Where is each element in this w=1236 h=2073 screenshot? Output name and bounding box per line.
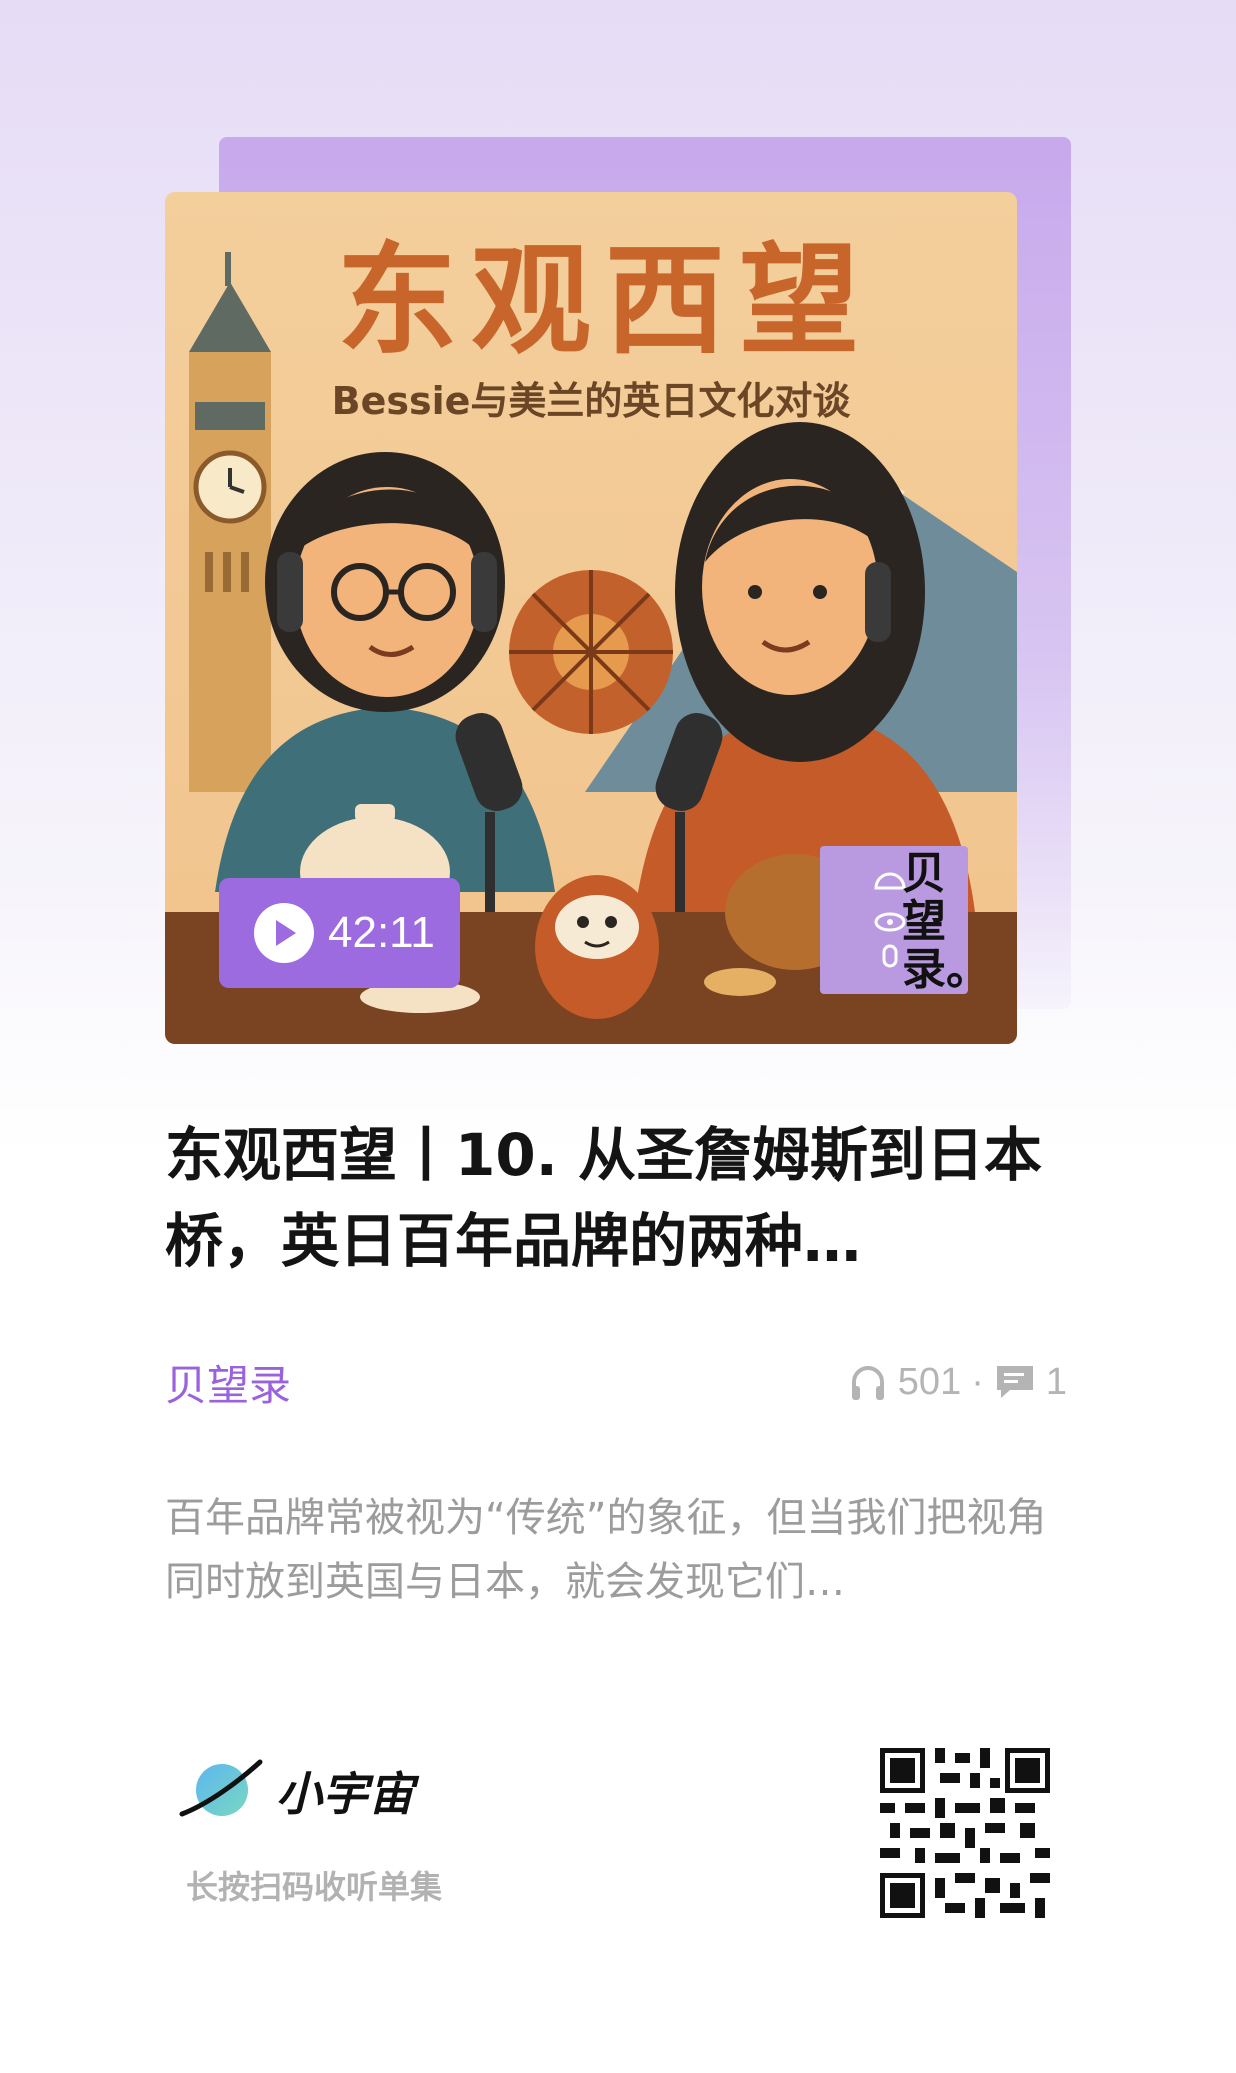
brand-name: 小宇宙 — [276, 1767, 414, 1821]
comment-count: 1 — [1045, 1360, 1067, 1403]
meta-row: 贝望录 501 · 1 — [165, 1352, 1067, 1412]
stats-separator: · — [971, 1360, 984, 1403]
episode-stats: 501 · 1 — [848, 1361, 1067, 1404]
play-button[interactable]: 42:11 — [219, 878, 460, 988]
brand: 小宇宙 — [178, 1756, 414, 1826]
logo-text: 贝望录。 — [902, 848, 990, 995]
daruma — [535, 875, 659, 1019]
episode-title: 东观西望丨10. 从圣詹姆斯到日本桥，英日百年品牌的两种… — [165, 1121, 1042, 1275]
podcast-logo-badge: 贝望录。 — [820, 846, 990, 995]
episode-description: 百年品牌常被视为“传统”的象征，但当我们把视角同时放到英国与日本，就会发现它们… — [165, 1495, 1047, 1605]
sun-fan — [509, 570, 673, 734]
play-icon — [254, 903, 314, 963]
scan-hint: 长按扫码收听单集 — [186, 1868, 443, 1906]
cover-subtitle: Bessie与美兰的英日文化对谈 — [332, 379, 852, 423]
listen-count: 501 — [897, 1360, 962, 1403]
planet-logo-icon — [179, 1759, 263, 1817]
headphones-icon — [851, 1366, 884, 1400]
qr-code-image — [880, 1748, 1050, 1918]
qr-code[interactable] — [880, 1748, 1050, 1918]
episode-duration: 42:11 — [328, 908, 435, 957]
comment-icon — [996, 1366, 1033, 1398]
podcast-name-link[interactable]: 贝望录 — [165, 1352, 291, 1413]
cover-title: 东观西望 — [337, 232, 873, 371]
big-ben — [189, 252, 271, 792]
